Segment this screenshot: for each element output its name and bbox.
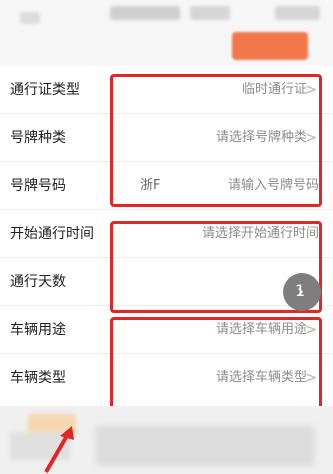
row-label: 车辆用途	[10, 322, 66, 338]
blurred-text	[95, 426, 315, 466]
red-arrow-icon	[44, 426, 74, 474]
floating-scroll-button[interactable]: 1 ›	[283, 273, 321, 311]
blurred-text	[190, 6, 230, 20]
chevron-right-icon: ›	[297, 281, 305, 302]
blurred-text	[110, 6, 180, 20]
blurred-text	[275, 6, 320, 20]
row-label: 开始通行时间	[10, 226, 94, 242]
row-label: 车辆类型	[10, 370, 66, 386]
row-label: 号牌种类	[10, 130, 66, 146]
blurred-header	[0, 0, 333, 66]
row-label: 通行天数	[10, 274, 66, 290]
row-label: 通行证类型	[10, 82, 80, 98]
highlight-box-plate	[110, 74, 322, 207]
blurred-text	[20, 12, 40, 24]
orange-action-button[interactable]	[232, 32, 308, 60]
highlight-box-vehicle	[110, 317, 322, 409]
row-label: 号牌号码	[10, 178, 66, 194]
